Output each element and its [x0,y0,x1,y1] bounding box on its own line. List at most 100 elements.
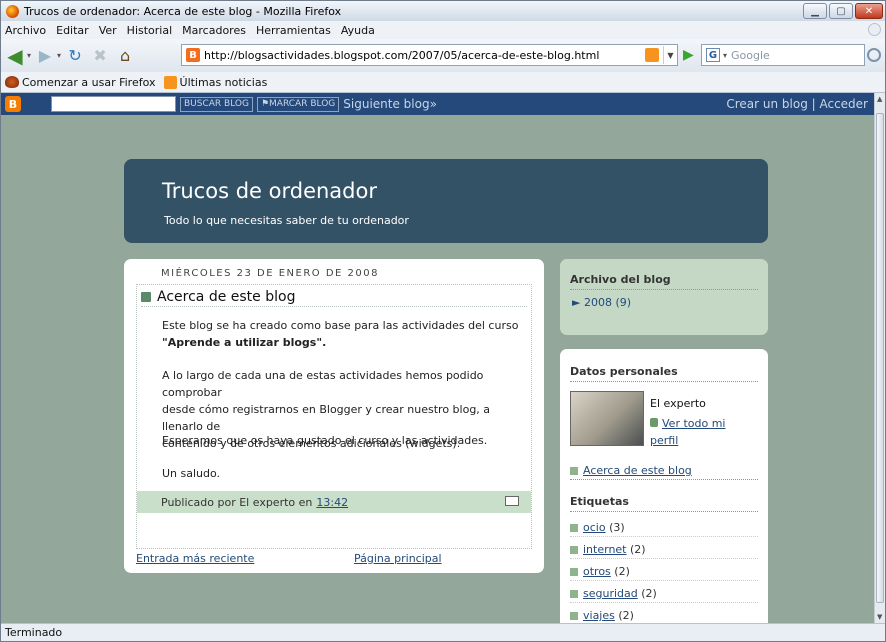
page-link-item[interactable]: Acerca de este blog [570,464,758,480]
blog-title[interactable]: Trucos de ordenador [162,179,377,203]
published-by-text: Publicado por El experto en [161,495,313,509]
google-engine-icon[interactable]: G [706,48,720,62]
menu-herramientas[interactable]: Herramientas [256,24,331,37]
profile-widget: Datos personales El experto Ver todo mi … [560,349,768,623]
url-text[interactable]: http://blogsactividades.blogspot.com/200… [204,49,645,62]
page-content: B BUSCAR BLOG ⚑ MARCAR BLOG Siguiente blo… [1,93,874,623]
email-post-icon[interactable] [505,496,519,506]
archive-heading: Archivo del blog [570,273,758,290]
menu-marcadores[interactable]: Marcadores [182,24,246,37]
forward-button[interactable]: ▶ [34,45,56,67]
menu-archivo[interactable]: Archivo [5,24,46,37]
scroll-up-icon[interactable]: ▲ [877,95,882,103]
archive-year[interactable]: 2008 [584,296,612,309]
expand-arrow-icon[interactable]: ► [572,296,584,309]
label-link[interactable]: otros [583,565,611,578]
reload-button[interactable]: ↻ [64,45,86,67]
label-link[interactable]: viajes [583,609,615,622]
bookmark-latest-news[interactable]: Últimas noticias [180,76,268,89]
menu-historial[interactable]: Historial [127,24,172,37]
bookmark-getting-started[interactable]: Comenzar a usar Firefox [22,76,156,89]
blogger-favicon-icon: B [186,48,200,62]
post-line: A lo largo de cada una de estas activida… [162,369,484,399]
status-bar: Terminado [1,623,885,641]
post-paragraph-1: Este blog se ha creado como base para la… [162,317,527,351]
blogger-navbar: B BUSCAR BLOG ⚑ MARCAR BLOG Siguiente blo… [1,93,874,115]
post-footer: Publicado por El experto en 13:42 [137,491,531,513]
archive-count: (9) [615,296,632,309]
vertical-scrollbar[interactable]: ▲ ▼ [874,93,885,623]
firefox-bookmark-icon [5,76,19,88]
bullet-icon [570,524,578,532]
back-history-dropdown-icon[interactable]: ▾ [27,51,31,60]
search-placeholder: Google [731,48,770,62]
post-course-name: "Aprende a utilizar blogs". [162,336,327,349]
status-text: Terminado [5,626,63,639]
create-blog-login-links[interactable]: Crear un blog | Acceder [726,97,868,111]
profile-icon [650,418,658,427]
post-bullet-icon [141,291,151,302]
next-blog-link[interactable]: Siguiente blog» [343,97,437,111]
search-box[interactable]: G ▾ Google [701,44,865,66]
post-line: desde cómo registrarnos en Blogger y cre… [162,403,491,433]
search-engine-dropdown-icon[interactable]: ▾ [723,51,727,60]
flag-icon: ⚑ [260,99,270,109]
blogger-logo-icon[interactable]: B [5,96,21,112]
bullet-icon [570,568,578,576]
bookmarks-bar: Comenzar a usar Firefox Últimas noticias [1,72,885,93]
post-paragraph-4: Un saludo. [162,467,221,480]
menu-ayuda[interactable]: Ayuda [341,24,375,37]
archive-year-item[interactable]: ► 2008 (9) [572,296,631,309]
maximize-button[interactable]: ▢ [829,3,853,19]
scrollbar-thumb[interactable] [876,113,884,603]
newer-post-link[interactable]: Entrada más reciente [136,552,254,565]
throbber-icon [868,23,881,36]
label-link[interactable]: ocio [583,521,606,534]
window-title: Trucos de ordenador: Acerca de este blog… [24,4,342,18]
label-count: (2) [618,609,634,622]
label-count: (2) [630,543,646,556]
post-title-text: Acerca de este blog [157,288,296,305]
post-card: MIÉRCOLES 23 DE ENERO DE 2008 Acerca de … [124,259,544,573]
label-item[interactable]: ocio (3) [570,521,758,537]
back-button[interactable]: ◀ [4,44,26,68]
forward-history-dropdown-icon[interactable]: ▾ [57,51,61,60]
view-profile-text[interactable]: Ver todo mi perfil [650,417,725,447]
menu-ver[interactable]: Ver [99,24,117,37]
label-link[interactable]: seguridad [583,587,638,600]
labels-heading: Etiquetas [570,495,758,512]
stop-button[interactable]: ✖ [89,45,111,67]
post-time-link[interactable]: 13:42 [316,496,348,509]
home-button[interactable]: ⌂ [114,45,136,67]
blog-search-input[interactable] [51,96,176,112]
label-count: (2) [641,587,657,600]
profile-name: El experto [650,397,706,410]
firefox-logo-icon [6,4,19,18]
view-profile-link[interactable]: Ver todo mi perfil [650,415,750,449]
minimize-button[interactable]: ▁ [803,3,827,19]
url-bar[interactable]: B http://blogsactividades.blogspot.com/2… [181,44,678,66]
menu-editar[interactable]: Editar [56,24,89,37]
close-button[interactable]: ✕ [855,3,883,19]
profile-photo[interactable] [570,391,644,446]
home-page-link[interactable]: Página principal [354,552,442,565]
navigation-toolbar: ◀ ▾ ▶ ▾ ↻ ✖ ⌂ B http://blogsactividades.… [1,39,885,72]
rss-feed-icon[interactable] [645,48,659,62]
url-dropdown-icon[interactable]: ▼ [663,46,677,64]
go-icon[interactable]: ▶ [683,47,694,63]
label-item[interactable]: viajes (2) [570,609,758,623]
label-item[interactable]: otros (2) [570,565,758,581]
label-item[interactable]: seguridad (2) [570,587,758,603]
bullet-icon [570,590,578,598]
search-magnifier-icon[interactable] [867,48,881,62]
bullet-icon [570,612,578,620]
label-count: (3) [609,521,625,534]
page-link-text[interactable]: Acerca de este blog [583,464,692,477]
label-link[interactable]: internet [583,543,627,556]
title-bar: Trucos de ordenador: Acerca de este blog… [1,1,885,21]
search-blog-button[interactable]: BUSCAR BLOG [180,96,253,112]
blog-header: Trucos de ordenador Todo lo que necesita… [124,159,768,243]
flag-blog-button[interactable]: ⚑ MARCAR BLOG [256,96,340,112]
label-item[interactable]: internet (2) [570,543,758,559]
scroll-down-icon[interactable]: ▼ [877,613,882,621]
